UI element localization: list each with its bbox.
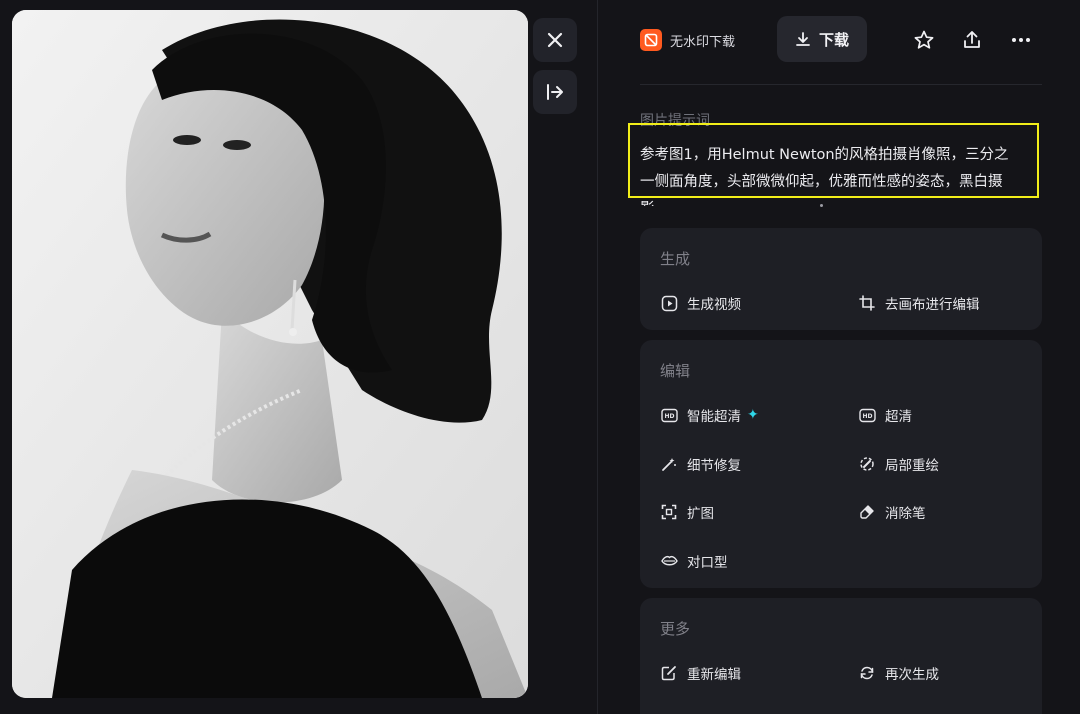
video-play-icon [660,294,678,312]
section-title: 更多 [660,620,691,638]
close-button[interactable] [533,18,577,62]
lips-icon [660,552,678,570]
generated-image[interactable] [12,10,528,698]
smart-upscale-button[interactable]: HD 智能超清 ✦ [660,403,759,427]
panel-divider [597,0,598,714]
download-icon [796,32,810,46]
prompt-title: 图片提示词 [640,113,710,129]
favorite-button[interactable] [912,28,936,52]
image-detail-view: 无水印下载 下载 图片提示词 参考图1，用Helmut Newton的风格拍摄肖… [0,0,1080,714]
re-edit-button[interactable]: 重新编辑 [660,661,741,685]
no-watermark-label: 无水印下载 [670,34,736,50]
arrow-right-bar-icon [547,84,563,100]
action-label: 局部重绘 [885,458,939,474]
magic-wand-icon [660,455,678,473]
download-label: 下载 [818,30,849,49]
action-label: 消除笔 [885,506,926,522]
hd-plus-icon: HD [660,406,678,424]
action-label: 生成视频 [687,297,741,313]
scroll-indicator [820,204,823,207]
more-dots-icon [1012,38,1030,42]
generate-section: 生成 生成视频 去画布进行编辑 [640,228,1042,330]
hd-icon: HD [858,406,876,424]
no-watermark-download-button[interactable]: 无水印下载 [640,28,735,52]
expand-icon [660,503,678,521]
portrait-photo [12,10,528,698]
action-label: 对口型 [687,555,728,571]
download-button[interactable]: 下载 [777,16,867,62]
lip-sync-button[interactable]: 对口型 [660,549,728,573]
action-label: 细节修复 [687,458,741,474]
more-section: 更多 重新编辑 再次生成 [640,598,1042,714]
action-label: 智能超清 [687,409,741,425]
action-label: 去画布进行编辑 [885,297,980,313]
more-options-button[interactable] [1009,28,1033,52]
expand-image-button[interactable]: 扩图 [660,500,714,524]
upscale-button[interactable]: HD 超清 [858,403,912,427]
section-title: 生成 [660,250,691,268]
prompt-line: 参考图1，用Helmut Newton的风格拍摄肖像照，三分之 [640,147,1009,163]
star-icon [914,30,934,49]
prompt-line: 影 [640,196,1042,206]
svg-text:HD: HD [862,413,872,420]
generate-video-button[interactable]: 生成视频 [660,291,741,315]
section-title: 编辑 [660,362,691,380]
edit-square-icon [660,664,678,682]
detail-repair-button[interactable]: 细节修复 [660,452,741,476]
sparkle-icon: ✦ [747,407,759,423]
action-label: 超清 [885,409,912,425]
prompt-text[interactable]: 参考图1，用Helmut Newton的风格拍摄肖像照，三分之 一侧面角度，头部… [640,142,1042,206]
no-watermark-icon [640,29,662,51]
panel-toolbar: 无水印下载 下载 [640,16,1042,64]
eraser-button[interactable]: 消除笔 [858,500,926,524]
canvas-crop-icon [858,294,876,312]
prompt-line: 一侧面角度，头部微微仰起，优雅而性感的姿态，黑白摄 [640,174,1003,190]
refresh-icon [858,664,876,682]
regenerate-button[interactable]: 再次生成 [858,661,939,685]
action-label: 扩图 [687,506,714,522]
inpaint-button[interactable]: 局部重绘 [858,452,939,476]
details-panel: 无水印下载 下载 图片提示词 参考图1，用Helmut Newton的风格拍摄肖… [628,0,1042,714]
brush-icon [858,455,876,473]
svg-text:HD: HD [664,413,674,420]
edit-section: 编辑 HD 智能超清 ✦ HD 超清 细节修复 局部重绘 扩图 消除笔 对口型 [640,340,1042,588]
close-icon [547,32,563,48]
collapse-panel-button[interactable] [533,70,577,114]
share-button[interactable] [960,28,984,52]
toolbar-divider [640,84,1042,85]
share-icon [964,31,980,48]
edit-on-canvas-button[interactable]: 去画布进行编辑 [858,291,980,315]
action-label: 重新编辑 [687,667,741,683]
eraser-icon [858,503,876,521]
action-label: 再次生成 [885,667,939,683]
